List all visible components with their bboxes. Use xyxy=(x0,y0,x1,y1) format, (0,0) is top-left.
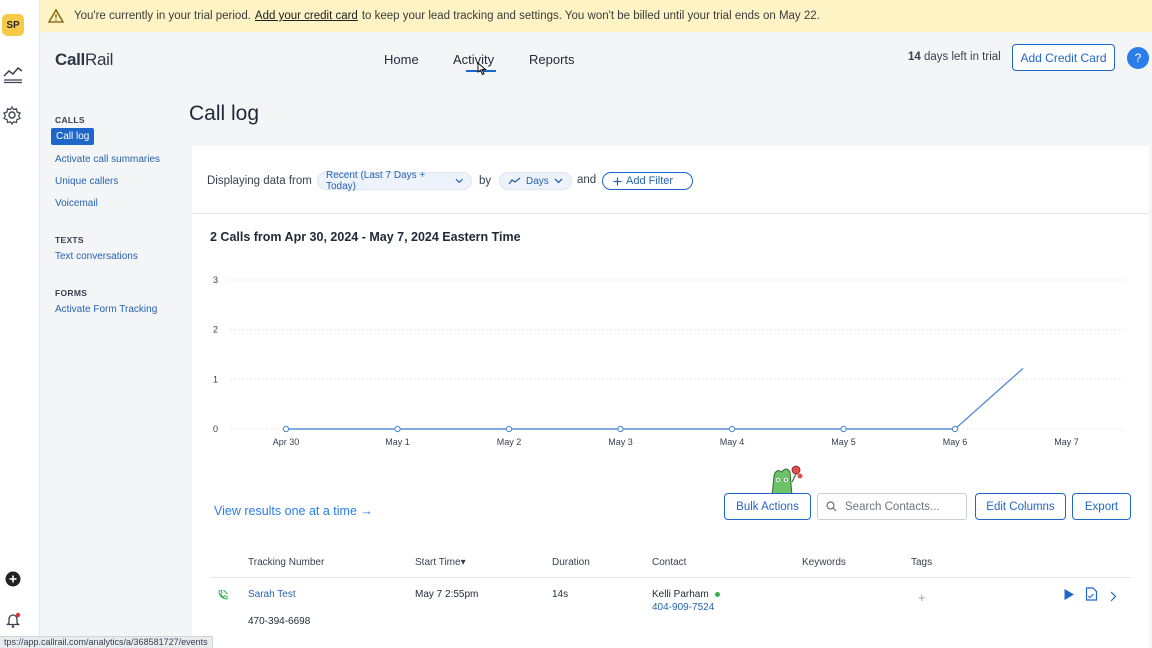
x-tick-label: May 3 xyxy=(608,437,633,447)
chevron-right-icon[interactable] xyxy=(1110,589,1117,607)
y-tick-label: 2 xyxy=(213,325,218,335)
data-point xyxy=(505,425,513,433)
data-point xyxy=(282,425,290,433)
mouse-cursor-icon xyxy=(476,61,488,81)
duration-value: 14s xyxy=(552,589,569,600)
add-filter-label: Add Filter xyxy=(626,175,674,187)
add-filter-button[interactable]: Add Filter xyxy=(602,172,693,190)
col-tags[interactable]: Tags xyxy=(911,557,932,568)
analytics-icon[interactable] xyxy=(2,62,24,84)
export-button[interactable]: Export xyxy=(1072,493,1131,520)
warning-icon xyxy=(48,9,64,23)
banner-text-post: to keep your lead tracking and settings.… xyxy=(361,10,820,22)
y-tick-label: 0 xyxy=(213,424,218,434)
filter-bar: Displaying data from Recent (Last 7 Days… xyxy=(192,146,1149,214)
granularity-label: Days xyxy=(526,175,549,187)
x-tick-label: May 4 xyxy=(720,437,745,447)
x-tick-label: Apr 30 xyxy=(273,437,300,447)
search-contacts-input[interactable] xyxy=(845,500,955,513)
nav-reports[interactable]: Reports xyxy=(529,52,575,67)
add-circle-icon[interactable] xyxy=(5,571,21,587)
col-duration[interactable]: Duration xyxy=(552,557,590,568)
add-credit-card-button[interactable]: Add Credit Card xyxy=(1012,44,1115,71)
chevron-down-icon xyxy=(554,178,563,184)
notification-bell-icon[interactable] xyxy=(5,611,23,629)
y-tick-label: 1 xyxy=(213,374,218,384)
nav-home[interactable]: Home xyxy=(384,52,419,67)
data-point xyxy=(840,425,847,433)
sidenav-item-text-conversations[interactable]: Text conversations xyxy=(55,251,138,262)
filter-and-text: and xyxy=(577,174,597,186)
add-credit-card-link[interactable]: Add your credit card xyxy=(255,10,358,22)
play-recording-icon[interactable] xyxy=(1063,588,1075,606)
add-tag-button[interactable]: + xyxy=(918,590,926,605)
data-point xyxy=(394,425,401,433)
settings-gear-icon[interactable] xyxy=(2,105,24,127)
trial-banner: You're currently in your trial period. A… xyxy=(40,0,1152,32)
col-tracking-number[interactable]: Tracking Number xyxy=(248,557,324,568)
trial-days-left: 14 days left in trial xyxy=(908,51,1001,63)
granularity-dropdown[interactable]: Days xyxy=(499,172,572,190)
trend-line-icon xyxy=(508,177,521,185)
tracking-number-value: 470-394-6698 xyxy=(248,616,311,627)
series-line-rise xyxy=(954,367,1024,430)
sidenav-item-unique-callers[interactable]: Unique callers xyxy=(55,176,118,187)
main-panel: Displaying data from Recent (Last 7 Days… xyxy=(192,146,1149,648)
x-tick-label: May 2 xyxy=(497,437,522,447)
edit-columns-button[interactable]: Edit Columns xyxy=(975,493,1066,520)
col-keywords[interactable]: Keywords xyxy=(802,557,846,568)
contact-phone-link[interactable]: 404-909-7524 xyxy=(652,602,714,613)
search-icon xyxy=(826,501,837,512)
transcript-icon[interactable] xyxy=(1085,587,1098,606)
top-header: CallRail Home Activity Reports 14 days l… xyxy=(40,32,1152,92)
banner-text-pre: You're currently in your trial period. xyxy=(74,10,251,22)
x-tick-label: May 1 xyxy=(385,437,410,447)
avatar[interactable]: SP xyxy=(2,14,24,36)
plus-icon xyxy=(613,177,622,185)
inbound-call-icon xyxy=(217,588,229,606)
y-tick-label: 3 xyxy=(213,275,218,285)
left-rail: SP xyxy=(0,0,40,648)
x-tick-label: May 7 xyxy=(1054,437,1079,447)
section-calls-title: CALLS xyxy=(55,115,85,125)
col-start-time[interactable]: Start Time▾ xyxy=(415,557,466,568)
tracking-name-link[interactable]: Sarah Test xyxy=(248,589,296,600)
contact-name[interactable]: Kelli Parham xyxy=(652,589,720,600)
sidenav-item-form-tracking[interactable]: Activate Form Tracking xyxy=(55,304,157,315)
x-tick-label: May 6 xyxy=(943,437,968,447)
col-contact[interactable]: Contact xyxy=(652,557,686,568)
filter-prefix: Displaying data from xyxy=(207,175,312,187)
sidenav-item-call-summaries[interactable]: Activate call summaries xyxy=(55,154,160,165)
online-status-dot xyxy=(714,591,720,597)
page-title: Call log xyxy=(189,102,260,125)
date-range-dropdown[interactable]: Recent (Last 7 Days + Today) xyxy=(317,170,472,192)
search-contacts[interactable] xyxy=(817,493,967,520)
chart-title: 2 Calls from Apr 30, 2024 - May 7, 2024 … xyxy=(210,230,521,244)
help-icon[interactable]: ? xyxy=(1127,47,1149,69)
x-tick-label: May 5 xyxy=(831,437,856,447)
browser-status-url: tps://app.callrail.com/analytics/a/36858… xyxy=(0,636,213,648)
view-one-at-a-time-link[interactable]: View results one at a time → xyxy=(214,504,373,518)
data-point xyxy=(951,425,959,433)
table-divider xyxy=(210,577,1131,578)
start-time-value: May 7 2:55pm xyxy=(415,589,479,600)
calls-line-chart: 0 1 2 3 Apr 30 May 1 May 2 May 3 May 4 May 5 May 6… xyxy=(213,275,1124,447)
section-forms-title: FORMS xyxy=(55,288,88,298)
filter-by-text: by xyxy=(479,175,492,187)
date-range-label: Recent (Last 7 Days + Today) xyxy=(326,170,426,192)
data-point xyxy=(728,425,736,433)
sidenav-item-call-log[interactable]: Call log xyxy=(51,128,95,145)
data-point xyxy=(617,425,624,433)
chevron-down-icon xyxy=(455,178,463,184)
sidenav-item-voicemail[interactable]: Voicemail xyxy=(55,198,98,209)
bulk-actions-button[interactable]: Bulk Actions xyxy=(724,493,811,520)
section-texts-title: TEXTS xyxy=(55,235,84,245)
callrail-logo[interactable]: CallRail xyxy=(55,50,113,70)
call-sidenav: CALLS Call log Activate call summaries U… xyxy=(40,92,190,648)
